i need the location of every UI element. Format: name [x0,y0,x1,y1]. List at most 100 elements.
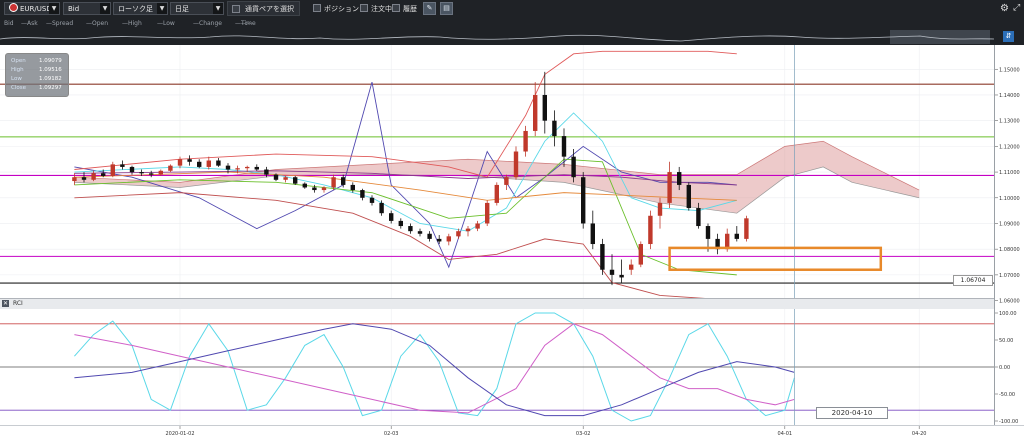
position-checkbox[interactable] [313,4,321,12]
candle-body [494,184,499,203]
rci-tick-label: 0.00 [999,365,1010,371]
candle-body [72,177,77,182]
legend-change: — Change [193,20,222,27]
chart-type-select[interactable]: ローソク足 ▼ [113,2,168,15]
candle-body [360,190,365,198]
candle-body [110,164,115,176]
candle-body [571,156,576,178]
candle-body [312,187,317,191]
candle-body [638,244,643,265]
y-axis: 1.15000 1.14000 1.13000 1.12000 1.11000 1.100… [994,45,1024,425]
candle-body [629,264,634,270]
fullscreen-icon[interactable]: ⤢ [1013,2,1020,15]
candle-body [254,166,259,170]
legend-open: — Open [86,20,109,27]
candle-body [264,169,269,175]
candle-body [705,226,711,239]
legend-bar: Bid — Ask — Spread — Open — High — Low —… [0,18,1024,29]
legend-low: — Low [157,20,175,27]
close-icon[interactable]: ✕ [2,300,9,307]
candle-body [369,197,375,203]
timeframe-select[interactable]: 日足 ▼ [170,2,224,15]
candle-body [523,130,528,152]
symbol-select[interactable]: EUR/USD ▼ [4,2,60,15]
draw-tool-icon[interactable]: ✎ [423,2,436,15]
candle-body [350,184,355,191]
candle-body [590,223,595,245]
candle-body [389,213,394,221]
candle-body [283,177,288,180]
pair-select-checkbox[interactable] [232,5,240,13]
candle-body [696,208,701,227]
settings-gear-icon[interactable]: ⚙ [1000,2,1009,15]
y-tick-label: 1.11000 [999,170,1020,176]
y-axis-labels: 1.15000 1.14000 1.13000 1.12000 1.11000 1.100… [995,67,1020,425]
candle-body [225,165,231,170]
y-tick-label: 1.08000 [999,247,1020,253]
symbol-label: EUR/USD [20,5,52,13]
candle-body [120,164,125,167]
candle-body [417,231,423,234]
expand-icon[interactable]: ⇵ [1003,31,1014,42]
legend-spread: — Spread [46,20,74,27]
legend-bid: Bid [4,20,14,27]
navigator[interactable] [0,29,995,45]
candle-body [341,177,346,185]
flag-icon [9,3,18,12]
ohlc-close-row: Close 1.09297 [11,85,62,91]
x-axis-labels: 2020-01-02 02-03 03-02 04-01 04-20 [165,426,927,437]
candle-body [513,151,519,178]
y-tick-label: 1.12000 [999,144,1020,150]
candle-body [81,177,87,180]
candle-body [216,160,221,166]
crosshair-date-tag: 2020-04-10 [816,407,888,419]
pair-select-button[interactable]: 通貨ペアを選択 [227,1,300,16]
candle-body [475,223,480,229]
y-tick-label: 1.13000 [999,119,1020,125]
candle-body [446,236,451,242]
y-tick-label: 1.14000 [999,93,1020,99]
legend-time: — Time --:-- [235,20,256,27]
history-label: 履歴 [403,5,417,13]
candle-body [129,166,135,173]
candle-body [561,136,567,157]
orders-label: 注文中 [371,5,392,13]
legend-high: — High [122,20,142,27]
candle-body [245,166,250,169]
candle-body [533,94,538,131]
candle-body [552,120,557,137]
candle-body [504,177,509,185]
candle-body [408,226,413,232]
price-chart[interactable] [0,45,994,298]
ohlc-open-row: Open 1.09079 [11,58,62,64]
x-tick-label: 02-03 [384,431,399,437]
candle-body [187,159,192,162]
candle-body [139,172,144,174]
orders-checkbox[interactable] [360,4,368,12]
trading-app: EUR/USD ▼ Bid ▼ ローソク足 ▼ 日足 ▼ 通貨ペアを選択 ポジシ… [0,0,1024,437]
candle-body [101,173,106,176]
current-price-tag: 1.06704 [953,275,993,286]
candle-body [744,218,749,239]
candle-body [437,238,442,242]
x-tick-label: 03-02 [576,431,591,437]
indicator-pane-label: RCI [13,300,23,307]
ohlc-high-row: High 1.09516 [11,67,62,73]
navigator-window[interactable] [890,30,990,44]
history-checkbox[interactable] [392,4,400,12]
chevron-down-icon: ▼ [49,3,59,14]
candle-body [302,183,307,188]
candle-body [456,231,461,237]
candle-body [686,184,691,209]
chart-type-label: ローソク足 [118,5,153,13]
legend-ask: — Ask [21,20,38,27]
price-type-select[interactable]: Bid ▼ [63,2,111,15]
candle-body [600,244,605,270]
candle-body [168,165,173,171]
candle-body [542,94,547,121]
x-tick-label: 04-20 [912,431,927,437]
candle-body [379,202,384,214]
layout-icon[interactable]: ▤ [440,2,453,15]
y-tick-label: 1.07000 [999,273,1020,279]
candle-body [273,174,279,180]
